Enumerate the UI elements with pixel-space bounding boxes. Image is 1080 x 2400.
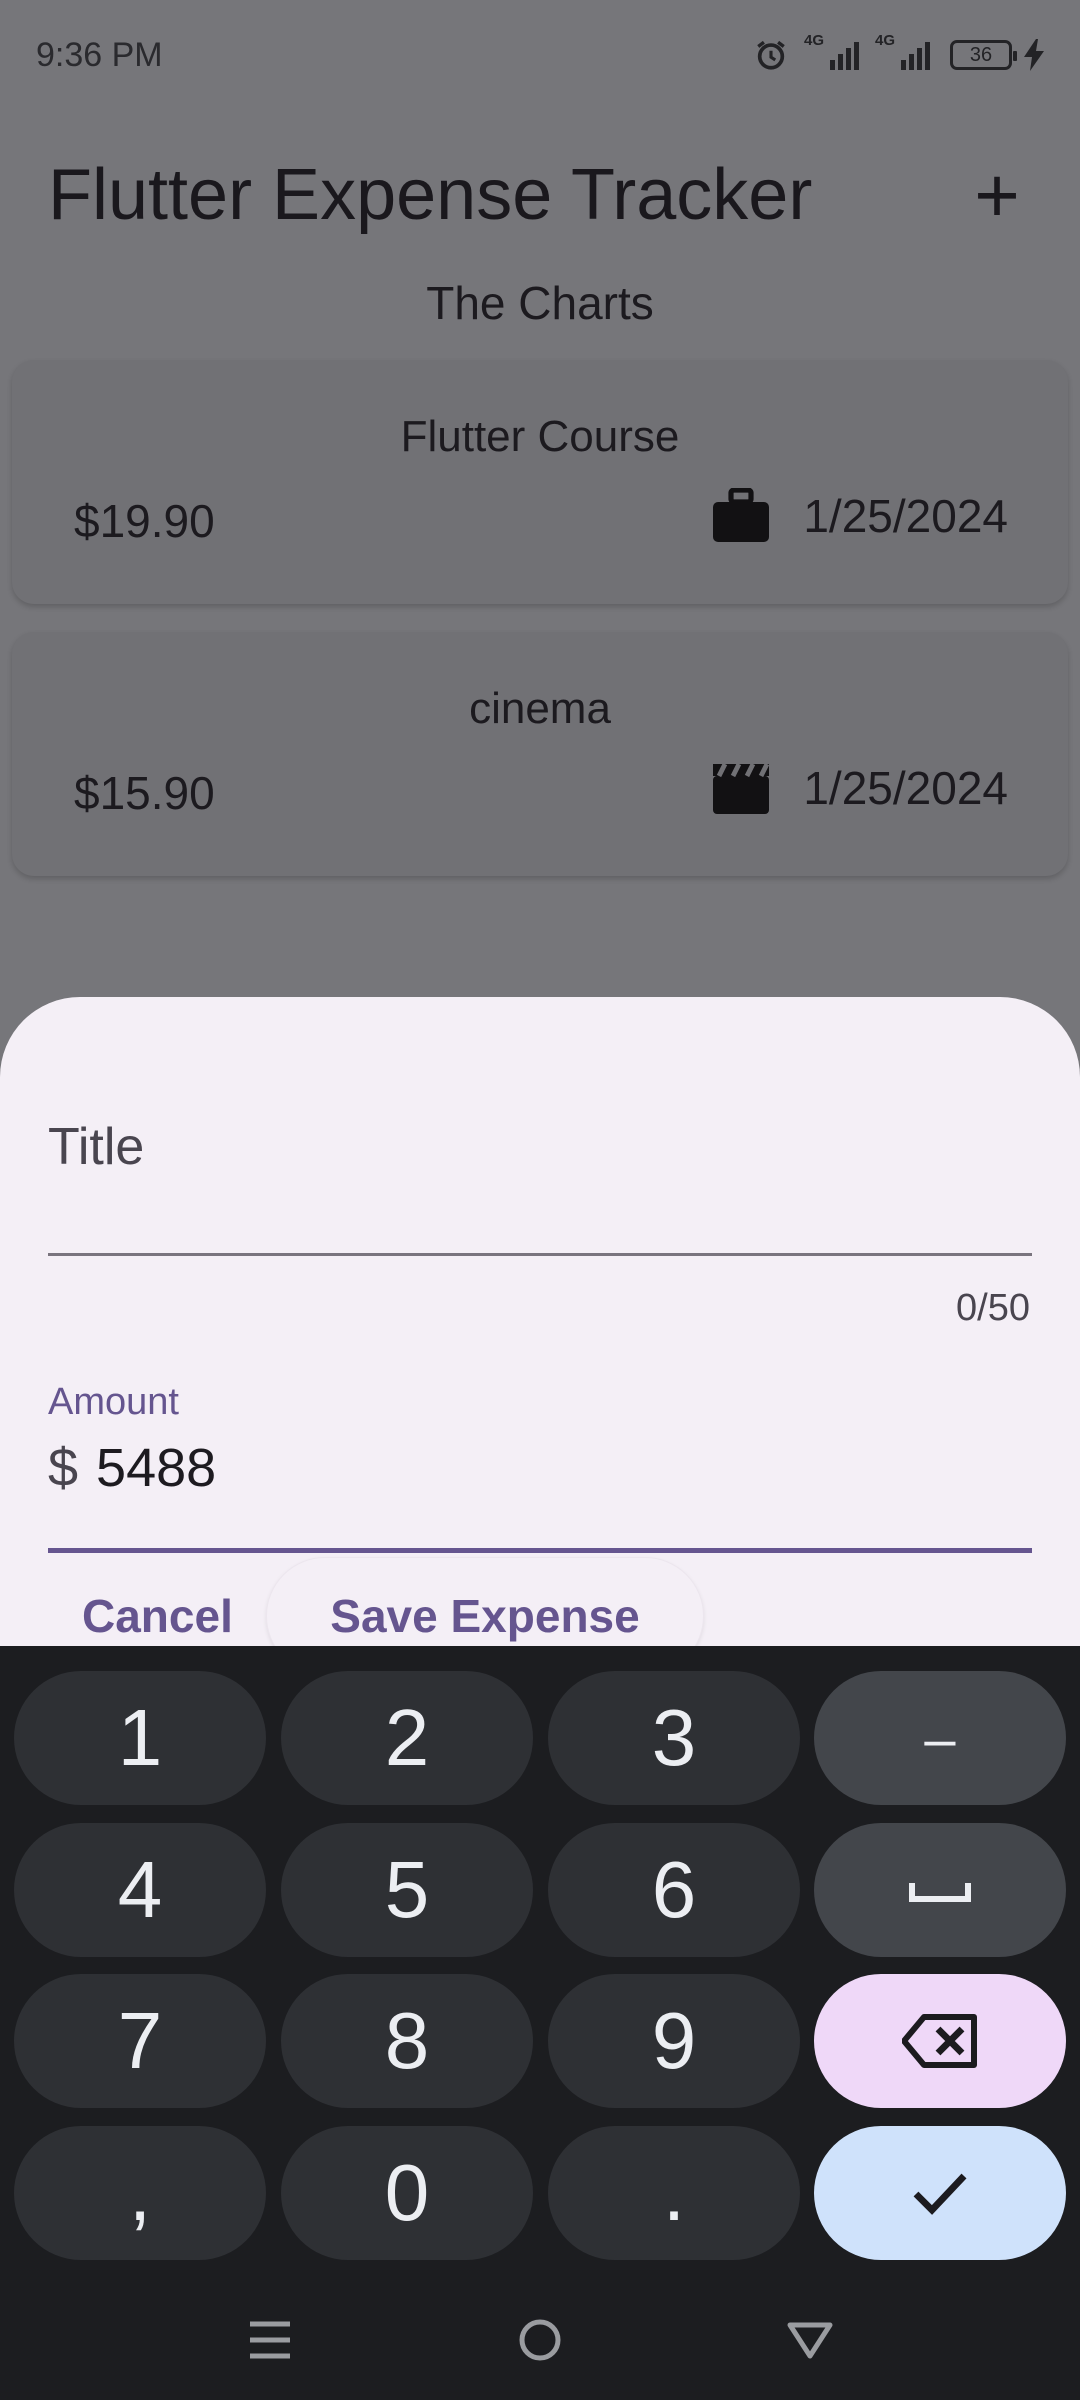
charts-label: The Charts <box>426 277 654 329</box>
key-7[interactable]: 7 <box>14 1974 266 2108</box>
key-space[interactable] <box>814 1823 1066 1957</box>
key-0[interactable]: 0 <box>281 2126 533 2260</box>
expense-amount: $15.90 <box>74 767 215 819</box>
menu-icon <box>250 2321 290 2359</box>
home-icon <box>519 2319 561 2361</box>
key-minus[interactable]: – <box>814 1671 1066 1805</box>
app-bar: Flutter Expense Tracker + <box>0 130 1080 260</box>
amount-field-underline <box>48 1548 1032 1553</box>
title-field-label[interactable]: Title <box>48 1117 144 1177</box>
key-6[interactable]: 6 <box>548 1823 800 1957</box>
key-4[interactable]: 4 <box>14 1823 266 1957</box>
charging-icon <box>1024 39 1044 71</box>
system-nav-bar <box>0 2280 1080 2400</box>
expense-title: cinema <box>469 684 611 733</box>
signal-icon: 4G <box>875 32 930 70</box>
signal-icon: 4G <box>804 32 859 70</box>
status-time: 9:36 PM <box>36 35 163 74</box>
amount-prefix: $ <box>48 1438 79 1498</box>
network-label: 4G <box>875 32 896 49</box>
key-comma[interactable]: , <box>14 2126 266 2260</box>
expense-date: 1/25/2024 <box>803 490 1008 542</box>
done-key[interactable] <box>814 2126 1066 2260</box>
title-char-counter: 0/50 <box>956 1287 1030 1329</box>
backspace-key[interactable] <box>814 1974 1066 2108</box>
alarm-icon <box>757 40 785 70</box>
expense-title: Flutter Course <box>400 412 680 461</box>
amount-field[interactable]: $ 5488 <box>48 1437 216 1499</box>
check-icon <box>913 2173 967 2215</box>
numeric-keyboard: 1 2 3 – 4 5 6 7 8 9 , 0 . <box>0 1646 1080 2400</box>
status-icons: 4G 4G 36 <box>754 32 1044 72</box>
amount-field-label: Amount <box>48 1381 179 1423</box>
add-expense-button[interactable]: + <box>962 156 1032 234</box>
expense-amount: $19.90 <box>74 495 215 547</box>
movie-clapper-icon <box>713 762 770 814</box>
battery-level: 36 <box>969 43 993 66</box>
network-label: 4G <box>804 32 825 49</box>
expense-meta: 1/25/2024 <box>711 760 1008 816</box>
home-button[interactable] <box>508 2308 572 2372</box>
key-period[interactable]: . <box>548 2126 800 2260</box>
key-3[interactable]: 3 <box>548 1671 800 1805</box>
key-8[interactable]: 8 <box>281 1974 533 2108</box>
cancel-button[interactable]: Cancel <box>82 1589 233 1643</box>
amount-input[interactable]: 5488 <box>96 1437 216 1499</box>
briefcase-icon <box>713 488 770 542</box>
status-bar: 9:36 PM 4G 4G 36 <box>0 0 1080 110</box>
key-1[interactable]: 1 <box>14 1671 266 1805</box>
app-title: Flutter Expense Tracker <box>48 155 813 235</box>
backspace-icon <box>902 2014 977 2068</box>
expense-card[interactable]: cinema $15.90 1/25/2024 <box>12 632 1068 876</box>
title-field[interactable] <box>48 1253 1032 1256</box>
back-icon <box>787 2322 833 2359</box>
new-expense-sheet: Title 0/50 Amount $ 5488 Cancel Save Exp… <box>0 997 1080 1697</box>
expense-card[interactable]: Flutter Course $19.90 1/25/2024 <box>12 360 1068 604</box>
back-button[interactable] <box>778 2308 842 2372</box>
key-9[interactable]: 9 <box>548 1974 800 2108</box>
recent-apps-button[interactable] <box>238 2308 302 2372</box>
key-5[interactable]: 5 <box>281 1823 533 1957</box>
key-2[interactable]: 2 <box>281 1671 533 1805</box>
expense-date: 1/25/2024 <box>803 762 1008 814</box>
expense-meta: 1/25/2024 <box>711 488 1008 544</box>
battery-icon: 36 <box>950 40 1017 70</box>
space-icon <box>909 1883 971 1902</box>
